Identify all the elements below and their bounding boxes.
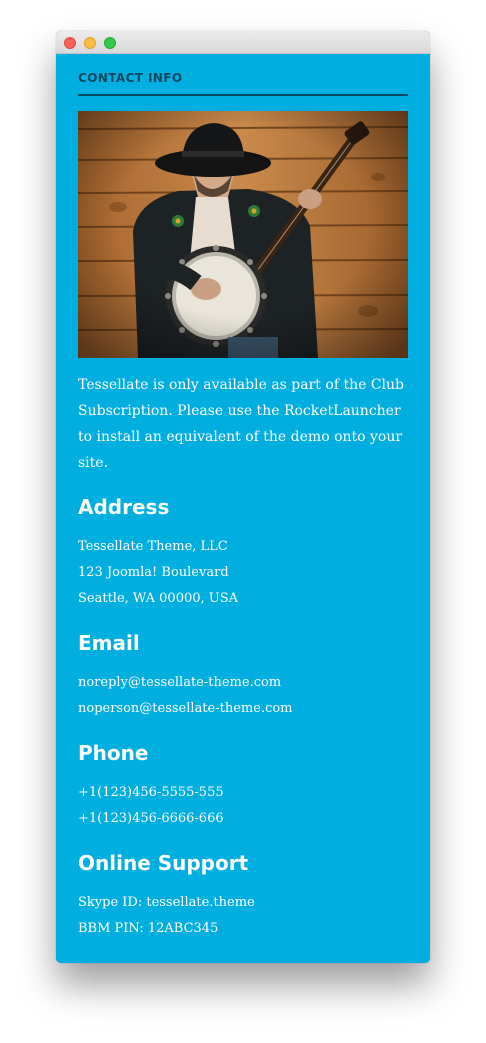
window-titlebar [56, 31, 430, 54]
zoom-window-button[interactable] [104, 37, 116, 49]
address-line-street: 123 Joomla! Boulevard [78, 565, 229, 580]
email-line-2[interactable]: noperson@tessellate-theme.com [78, 696, 408, 722]
minimize-window-button[interactable] [84, 37, 96, 49]
bbm-pin-line: BBM PIN: 12ABC345 [78, 921, 219, 936]
phone-heading: Phone [78, 741, 149, 765]
address-lines: Tessellate Theme, LLC 123 Joomla! Boulev… [78, 534, 408, 612]
email-line-1[interactable]: noreply@tessellate-theme.com [78, 670, 408, 696]
banjo-player-photo [78, 111, 408, 358]
close-window-button[interactable] [64, 37, 76, 49]
email-lines: noreply@tessellate-theme.com noperson@te… [78, 670, 408, 722]
address-line-company: Tessellate Theme, LLC [78, 539, 228, 554]
online-support-heading: Online Support [78, 851, 249, 875]
phone-lines: +1(123)456-5555-555 +1(123)456-6666-666 [78, 780, 408, 832]
phone-line-2: +1(123)456-6666-666 [78, 811, 224, 826]
address-heading: Address [78, 495, 170, 519]
intro-paragraph: Tessellate is only available as part of … [78, 377, 404, 471]
contact-info-panel: CONTACT INFO Tessellate is only availabl… [78, 54, 408, 942]
email-heading: Email [78, 631, 140, 655]
skype-id-line: Skype ID: tessellate.theme [78, 895, 255, 910]
photo-illustration [78, 111, 408, 358]
section-divider [78, 94, 408, 96]
section-header: CONTACT INFO [78, 71, 183, 85]
screenshot-stage: CONTACT INFO Tessellate is only availabl… [0, 0, 486, 1043]
phone-line-1: +1(123)456-5555-555 [78, 785, 224, 800]
address-line-city: Seattle, WA 00000, USA [78, 591, 239, 606]
online-support-lines: Skype ID: tessellate.theme BBM PIN: 12AB… [78, 890, 408, 942]
browser-window: CONTACT INFO Tessellate is only availabl… [56, 31, 430, 963]
